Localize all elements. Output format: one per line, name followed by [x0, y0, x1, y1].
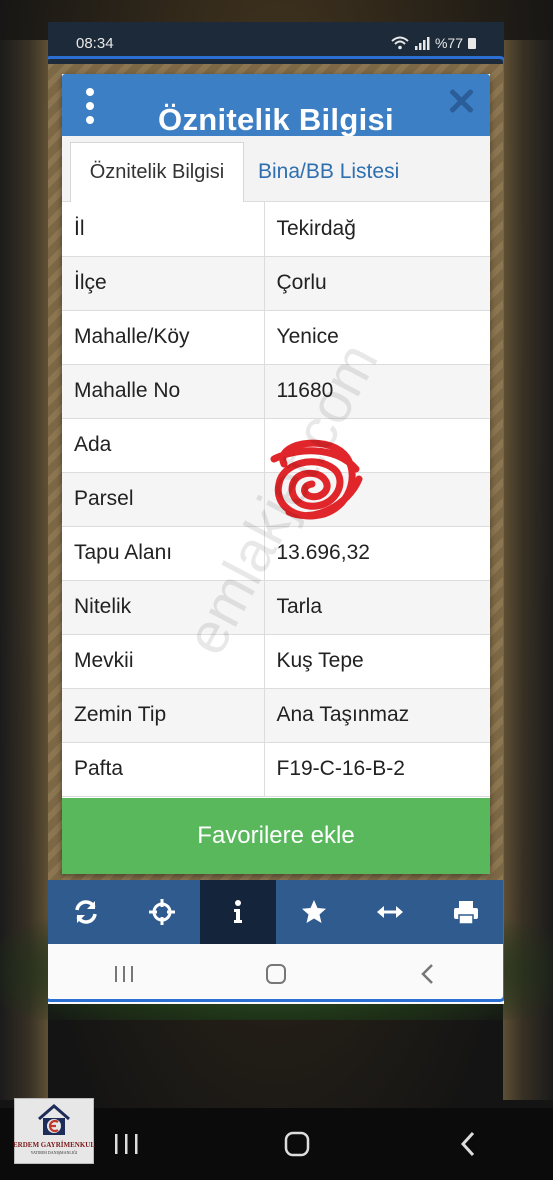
- battery-icon: [468, 37, 476, 49]
- recent-apps-button[interactable]: [94, 954, 154, 994]
- table-row: Zemin Tip Ana Taşınmaz: [62, 688, 490, 743]
- attr-value: [264, 472, 490, 527]
- table-row: İlçe Çorlu: [62, 256, 490, 311]
- attr-key: Ada: [62, 418, 265, 473]
- table-row: Tapu Alanı 13.696,32: [62, 526, 490, 581]
- arrows-horizontal-icon: [377, 906, 403, 918]
- dialog-header: Öznitelik Bilgisi: [62, 74, 490, 137]
- attr-key: Tapu Alanı: [62, 526, 265, 581]
- table-row: Mahalle No 11680: [62, 364, 490, 419]
- info-icon: [234, 900, 242, 923]
- house-logo-icon: [38, 1104, 70, 1135]
- signal-icon: [414, 36, 430, 50]
- battery-percent: %77: [434, 35, 463, 51]
- android-nav-bar: [48, 944, 504, 1004]
- attr-value: 11680: [264, 364, 490, 419]
- refresh-icon: [75, 900, 97, 924]
- back-icon: [460, 1131, 474, 1157]
- favorites-button[interactable]: [276, 880, 352, 944]
- attr-value: Ana Taşınmaz: [264, 688, 490, 743]
- recent-apps-icon: [115, 966, 133, 982]
- table-row: Mahalle/Köy Yenice: [62, 310, 490, 365]
- status-time: 08:34: [76, 35, 114, 52]
- back-button[interactable]: [398, 954, 458, 994]
- attr-key: Pafta: [62, 742, 265, 797]
- info-button[interactable]: [200, 880, 276, 944]
- tab-attribute-info[interactable]: Öznitelik Bilgisi: [70, 142, 244, 202]
- status-bar: 08:34 %77: [48, 22, 504, 64]
- attr-key: Mahalle/Köy: [62, 310, 265, 365]
- tab-building-list[interactable]: Bina/BB Listesi: [258, 142, 399, 202]
- attr-key: Nitelik: [62, 580, 265, 635]
- attr-value: F19-C-16-B-2: [264, 742, 490, 797]
- outer-recent-apps-button[interactable]: [96, 1124, 156, 1164]
- refresh-button[interactable]: [48, 880, 124, 944]
- print-icon: [454, 901, 478, 925]
- back-icon: [421, 964, 433, 984]
- attr-key: Parsel: [62, 472, 265, 527]
- dialog-title: Öznitelik Bilgisi: [158, 102, 394, 137]
- wifi-icon: [391, 36, 409, 50]
- company-logo: ERDEM GAYRİMENKUL YATIRIM DANIŞMANLIĞI: [13, 1098, 95, 1164]
- status-icons: %77: [391, 35, 476, 51]
- table-row: Pafta F19-C-16-B-2: [62, 742, 490, 797]
- bottom-toolbar: [48, 880, 504, 944]
- attr-key: İlçe: [62, 256, 265, 311]
- attr-value: Yenice: [264, 310, 490, 365]
- home-icon: [266, 964, 286, 984]
- recent-apps-icon: [114, 1134, 137, 1154]
- outer-back-button[interactable]: [438, 1124, 498, 1164]
- attr-value: 13.696,32: [264, 526, 490, 581]
- tab-bar: Öznitelik Bilgisi Bina/BB Listesi: [62, 136, 490, 202]
- attr-value: Tarla: [264, 580, 490, 635]
- print-button[interactable]: [428, 880, 504, 944]
- attr-value: [264, 418, 490, 473]
- outer-home-button[interactable]: [267, 1124, 327, 1164]
- close-icon[interactable]: [448, 88, 474, 114]
- crosshair-icon: [149, 899, 175, 925]
- logo-subtext: YATIRIM DANIŞMANLIĞI: [30, 1150, 78, 1155]
- measure-button[interactable]: [352, 880, 428, 944]
- home-icon: [284, 1131, 309, 1157]
- table-row: Nitelik Tarla: [62, 580, 490, 635]
- attr-key: Mahalle No: [62, 364, 265, 419]
- attr-key: Zemin Tip: [62, 688, 265, 743]
- phone-screenshot: 08:34 %77 Öznitelik Bilgisi Öznitelik Bi…: [48, 22, 504, 1004]
- attr-value: Tekirdağ: [264, 202, 490, 257]
- table-row: Mevkii Kuş Tepe: [62, 634, 490, 689]
- table-row: İl Tekirdağ: [62, 202, 490, 257]
- attr-value: Kuş Tepe: [264, 634, 490, 689]
- star-icon: [302, 900, 326, 923]
- attribute-info-dialog: Öznitelik Bilgisi Öznitelik Bilgisi Bina…: [62, 74, 490, 874]
- attr-value: Çorlu: [264, 256, 490, 311]
- add-to-favorites-button[interactable]: Favorilere ekle: [62, 798, 490, 874]
- table-row: Parsel: [62, 472, 490, 527]
- home-button[interactable]: [246, 954, 306, 994]
- table-row: Ada: [62, 418, 490, 473]
- attr-key: Mevkii: [62, 634, 265, 689]
- locate-button[interactable]: [124, 880, 200, 944]
- attr-key: İl: [62, 202, 265, 257]
- logo-text: ERDEM GAYRİMENKUL: [13, 1141, 95, 1149]
- attribute-table: İl Tekirdağ İlçe Çorlu Mahalle/Köy Yenice M…: [62, 202, 490, 797]
